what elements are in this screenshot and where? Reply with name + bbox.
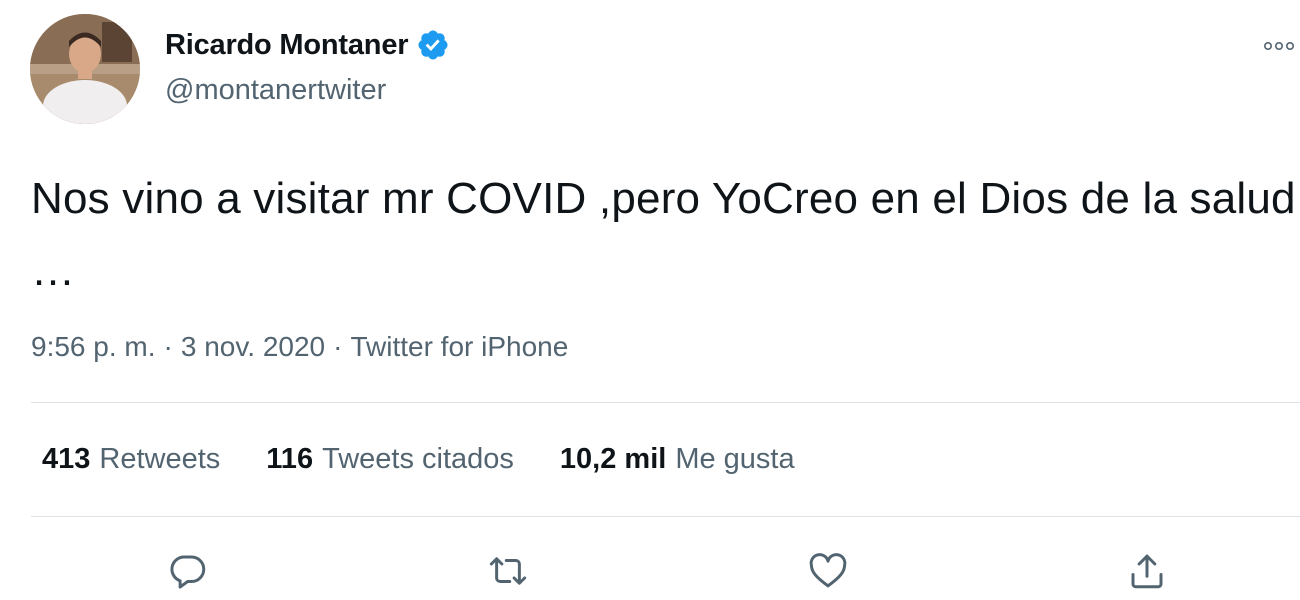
quotes-stat[interactable]: 116 Tweets citados [266, 443, 514, 476]
likes-count: 10,2 mil [559, 443, 667, 475]
tweet-card: Ricardo Montaner @montanertwiter Nos vin… [0, 0, 1300, 600]
tweet-time[interactable]: 9:56 p. m. [31, 331, 156, 363]
tweet-source[interactable]: Twitter for iPhone [350, 331, 568, 363]
engagement-stats: 413 Retweets 116 Tweets citados 10,2 mil… [42, 443, 841, 476]
reply-icon [170, 555, 206, 589]
author-handle[interactable]: @montanertwiter [165, 74, 386, 107]
retweet-button[interactable] [485, 548, 531, 594]
tweet-text: Nos vino a visitar mr COVID ,pero YoCreo… [31, 174, 1296, 295]
reply-button[interactable] [165, 548, 211, 594]
verified-badge-icon [416, 28, 450, 62]
retweet-icon [489, 557, 527, 585]
divider [31, 402, 1300, 403]
likes-label: Me gusta [675, 443, 795, 475]
heart-icon [809, 553, 847, 588]
like-button[interactable] [805, 548, 851, 594]
quotes-label: Tweets citados [322, 443, 514, 475]
author-name[interactable]: Ricardo Montaner [165, 29, 409, 62]
tweet-meta: 9:56 p. m. · 3 nov. 2020 · Twitter for i… [31, 331, 568, 363]
share-button[interactable] [1124, 548, 1170, 594]
retweets-count: 413 [42, 443, 91, 475]
likes-stat[interactable]: 10,2 mil Me gusta [560, 443, 795, 476]
meta-separator: · [333, 331, 343, 362]
author-name-row[interactable]: Ricardo Montaner [165, 28, 450, 62]
retweets-stat[interactable]: 413 Retweets [42, 443, 220, 476]
divider [31, 516, 1300, 517]
retweets-label: Retweets [99, 443, 221, 475]
more-options-icon[interactable] [1262, 36, 1296, 56]
meta-separator: · [163, 331, 173, 362]
share-icon [1131, 554, 1163, 589]
quotes-count: 116 [266, 443, 314, 475]
tweet-date[interactable]: 3 nov. 2020 [181, 331, 325, 363]
avatar[interactable] [30, 14, 140, 124]
avatar-photo [30, 14, 140, 124]
